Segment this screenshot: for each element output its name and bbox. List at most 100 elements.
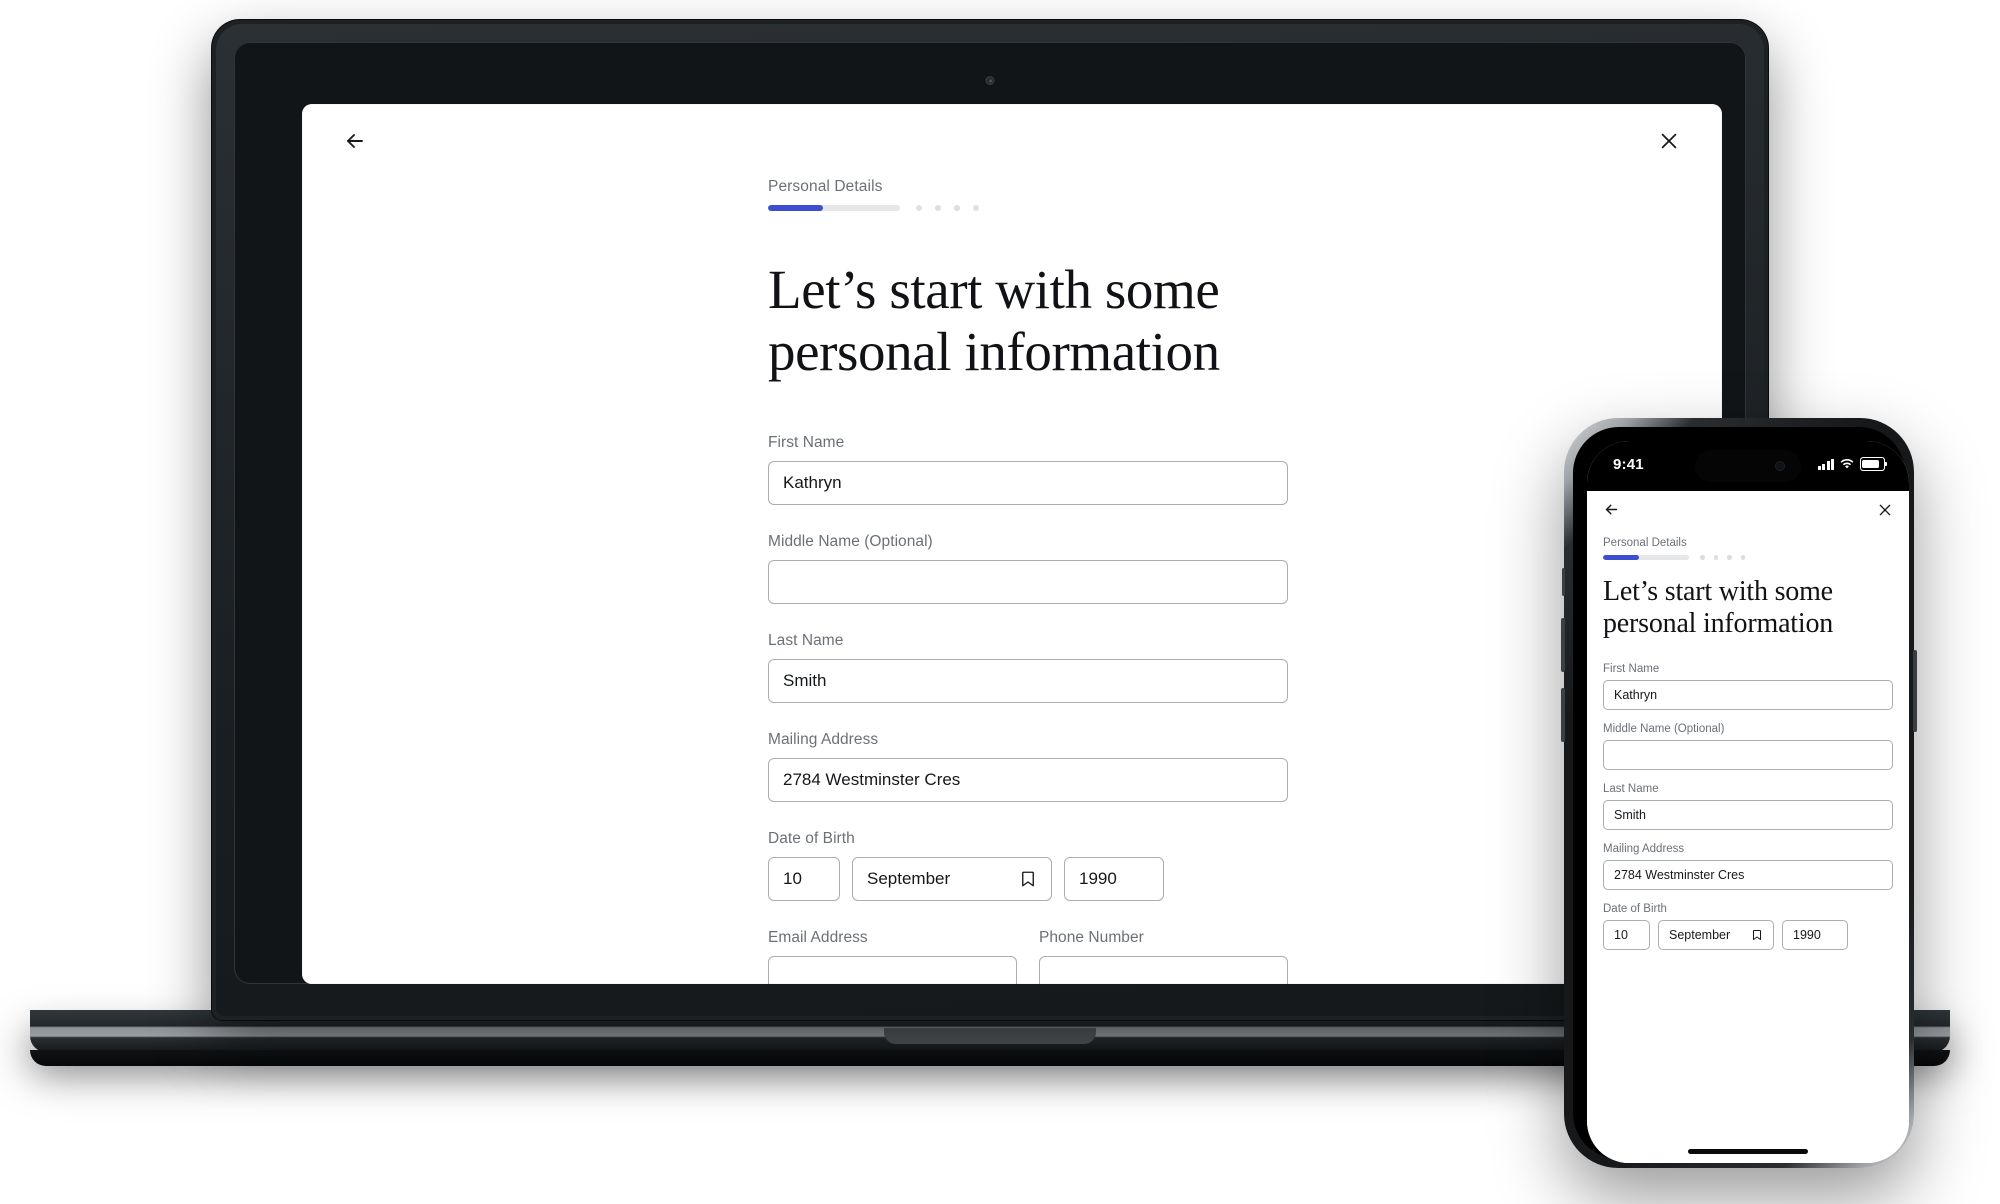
progress-track: [768, 205, 900, 211]
field-label: Mailing Address: [768, 731, 879, 749]
phone-dob-month-value: September: [1669, 928, 1731, 942]
mockup-stage: Personal Details Let’s start with some p…: [0, 0, 2000, 1204]
phone-volume-up-button[interactable]: [1561, 618, 1565, 672]
mailing-address-input[interactable]: 2784 Westminster Cres: [768, 758, 1288, 803]
webcam-icon: [985, 76, 995, 85]
close-icon: [1661, 133, 1677, 149]
app-content: Personal Details Let’s start with some p…: [302, 178, 1722, 984]
progress-dot: [916, 205, 922, 211]
first-name-input[interactable]: Kathryn: [768, 461, 1288, 506]
phone-progress-fill: [1603, 555, 1640, 560]
phone-mailing-address-input[interactable]: 2784 Westminster Cres: [1603, 860, 1893, 890]
wifi-icon: [1840, 459, 1854, 469]
close-button[interactable]: [1652, 124, 1686, 158]
phone-field-date-of-birth: Date of Birth 10 September 1990: [1603, 903, 1893, 950]
phone-back-button[interactable]: [1603, 501, 1620, 523]
phone-first-name-input[interactable]: Kathryn: [1603, 680, 1893, 710]
phone-home-indicator[interactable]: [1688, 1149, 1808, 1154]
form-column: Personal Details Let’s start with some p…: [768, 178, 1288, 984]
field-label: Email Address: [768, 929, 868, 947]
phone-app-content: Personal Details Let’s start with some p…: [1587, 491, 1909, 1163]
progress-indicator: [768, 205, 1288, 211]
phone-close-button[interactable]: [1877, 502, 1893, 523]
laptop-lid: Personal Details Let’s start with some p…: [212, 20, 1768, 1020]
field-label: Mailing Address: [1603, 843, 1685, 855]
status-time: 9:41: [1613, 455, 1644, 473]
last-name-input[interactable]: Smith: [768, 659, 1288, 704]
progress-dot: [1713, 555, 1718, 560]
laptop-base-notch: [884, 1028, 1096, 1044]
field-middle-name: Middle Name (Optional): [768, 533, 1288, 605]
email-address-input[interactable]: [768, 956, 1017, 984]
progress-dot: [1727, 555, 1732, 560]
status-indicators: [1817, 457, 1888, 471]
phone-inner-bezel: 9:41 Personal Details Let’s start with s…: [1573, 427, 1909, 1163]
phone-topbar: [1603, 491, 1893, 533]
field-last-name: Last Name Smith: [768, 632, 1288, 704]
field-label: First Name: [1603, 663, 1660, 675]
field-label: Middle Name (Optional): [768, 533, 933, 551]
bookmark-icon: [1019, 870, 1037, 888]
app-topbar: [302, 104, 1722, 178]
step-label: Personal Details: [768, 178, 883, 195]
contact-row: Email Address Phone Number: [768, 929, 1288, 984]
dob-month-value: September: [867, 869, 951, 889]
laptop-bezel: Personal Details Let’s start with some p…: [234, 42, 1746, 984]
progress-dot: [1700, 555, 1705, 560]
phone-silent-switch[interactable]: [1562, 568, 1565, 596]
middle-name-input[interactable]: [768, 560, 1288, 605]
front-camera-icon: [1775, 461, 1785, 471]
dynamic-island: [1695, 450, 1801, 482]
progress-dot: [954, 205, 960, 211]
phone-dob-day-input[interactable]: 10: [1603, 920, 1650, 950]
field-label: Last Name: [1603, 783, 1659, 795]
dob-month-select[interactable]: September: [852, 857, 1052, 902]
phone-middle-name-input[interactable]: [1603, 740, 1893, 770]
field-mailing-address: Mailing Address 2784 Westminster Cres: [768, 731, 1288, 803]
progress-dot: [973, 205, 979, 211]
field-label: Date of Birth: [1603, 903, 1667, 915]
progress-dots: [916, 205, 979, 211]
field-phone-number: Phone Number: [1039, 929, 1288, 984]
close-icon: [1879, 504, 1891, 515]
back-button[interactable]: [338, 124, 372, 158]
phone-progress-track: [1603, 555, 1689, 560]
phone-last-name-input[interactable]: Smith: [1603, 800, 1893, 830]
dob-year-input[interactable]: 1990: [1064, 857, 1164, 902]
cellular-signal-icon: [1817, 458, 1834, 470]
phone-progress-dots: [1700, 555, 1745, 560]
field-label: Phone Number: [1039, 929, 1144, 947]
field-label: Last Name: [768, 632, 844, 650]
phone-status-bar: 9:41: [1587, 441, 1909, 491]
phone-screen: 9:41 Personal Details Let’s start with s…: [1587, 441, 1909, 1163]
phone-number-input[interactable]: [1039, 956, 1288, 984]
progress-dot: [935, 205, 941, 211]
phone-field-last-name: Last Name Smith: [1603, 783, 1893, 830]
phone-dob-year-input[interactable]: 1990: [1782, 920, 1848, 950]
field-label: First Name: [768, 434, 845, 452]
phone-progress-indicator: [1603, 555, 1893, 560]
laptop-mockup: Personal Details Let’s start with some p…: [30, 20, 1950, 1066]
arrow-left-icon: [1605, 504, 1618, 515]
progress-dot: [1740, 555, 1745, 560]
page-title: Let’s start with some personal informati…: [768, 259, 1220, 382]
field-date-of-birth: Date of Birth 10 September 1990: [768, 830, 1288, 902]
dob-row: 10 September 1990: [768, 857, 1288, 902]
phone-step-label: Personal Details: [1603, 537, 1687, 549]
dob-day-input[interactable]: 10: [768, 857, 840, 902]
field-first-name: First Name Kathryn: [768, 434, 1288, 506]
phone-page-title: Let’s start with some personal informati…: [1603, 575, 1834, 640]
phone-field-first-name: First Name Kathryn: [1603, 663, 1893, 710]
arrow-left-icon: [347, 134, 363, 148]
phone-dob-month-select[interactable]: September: [1658, 920, 1774, 950]
field-label: Date of Birth: [768, 830, 855, 848]
field-email-address: Email Address: [768, 929, 1017, 984]
phone-mockup: 9:41 Personal Details Let’s start with s…: [1561, 418, 1917, 1168]
phone-power-button[interactable]: [1913, 650, 1917, 732]
phone-dob-row: 10 September 1990: [1603, 920, 1893, 950]
phone-volume-down-button[interactable]: [1561, 688, 1565, 742]
progress-fill: [768, 205, 824, 211]
app-window: Personal Details Let’s start with some p…: [302, 104, 1722, 984]
phone-field-mailing-address: Mailing Address 2784 Westminster Cres: [1603, 843, 1893, 890]
laptop-screen: Personal Details Let’s start with some p…: [302, 104, 1722, 984]
